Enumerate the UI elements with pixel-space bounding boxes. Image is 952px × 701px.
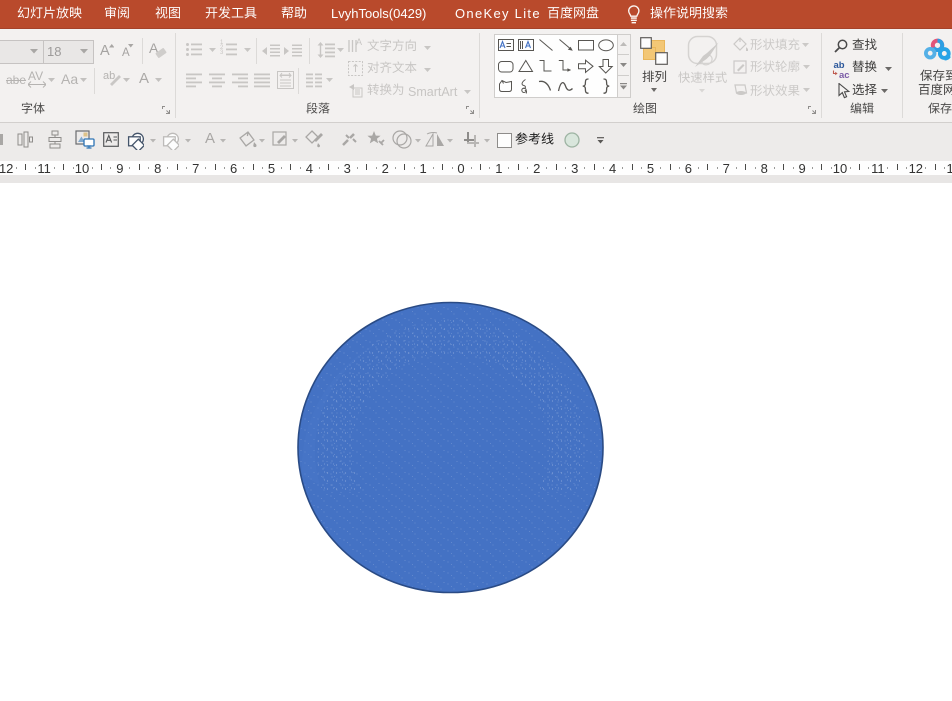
svg-text:ac: ac [839,70,850,79]
